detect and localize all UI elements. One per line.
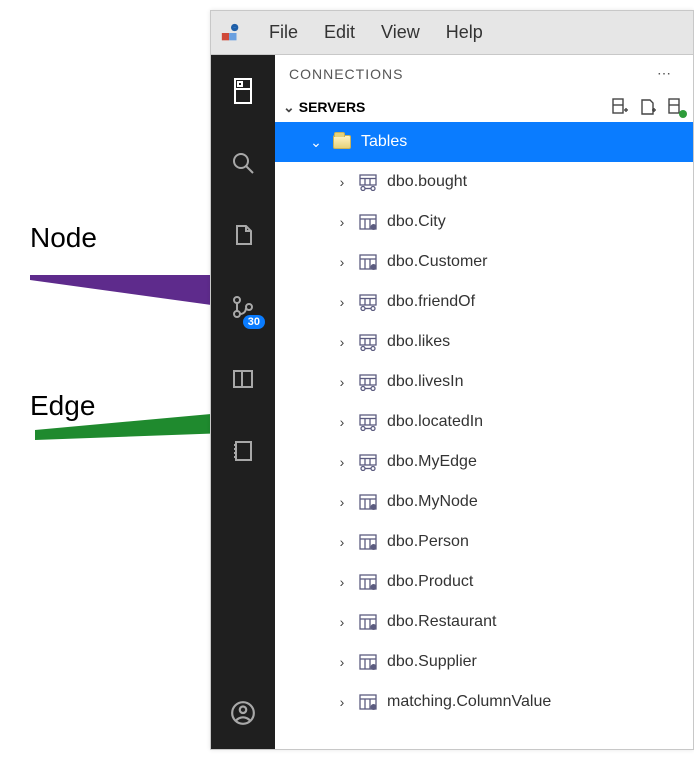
annotation-edge-label: Edge — [30, 390, 95, 422]
tree-tables-folder[interactable]: ⌄ Tables — [275, 122, 693, 162]
menu-help[interactable]: Help — [442, 20, 487, 45]
tree-item[interactable]: › dbo.Restaurant — [275, 602, 693, 642]
chevron-right-icon: › — [335, 654, 349, 670]
edge-table-icon — [359, 373, 377, 391]
activity-account-icon[interactable] — [227, 697, 259, 729]
chevron-right-icon: › — [335, 574, 349, 590]
tree-item[interactable]: › dbo.MyEdge — [275, 442, 693, 482]
tree-item-label: dbo.Customer — [387, 253, 488, 271]
tree-item[interactable]: › dbo.City — [275, 202, 693, 242]
tree-item[interactable]: › dbo.Product — [275, 562, 693, 602]
node-table-icon — [359, 493, 377, 511]
tree-item-label: dbo.locatedIn — [387, 413, 483, 431]
menu-view[interactable]: View — [377, 20, 424, 45]
new-connection-icon[interactable] — [611, 98, 629, 116]
node-table-icon — [359, 693, 377, 711]
edge-table-icon — [359, 293, 377, 311]
panel-title: CONNECTIONS — [289, 66, 403, 82]
activity-source-control-icon[interactable]: 30 — [227, 291, 259, 323]
chevron-right-icon: › — [335, 494, 349, 510]
edge-table-icon — [359, 333, 377, 351]
chevron-right-icon: › — [335, 694, 349, 710]
tree-item[interactable]: › dbo.livesIn — [275, 362, 693, 402]
tree-item-label: dbo.City — [387, 213, 446, 231]
chevron-right-icon: › — [335, 534, 349, 550]
edge-table-icon — [359, 453, 377, 471]
node-table-icon — [359, 253, 377, 271]
chevron-right-icon: › — [335, 174, 349, 190]
tree-item-label: dbo.livesIn — [387, 373, 464, 391]
tree-item-label: dbo.MyEdge — [387, 453, 477, 471]
activity-panel-icon[interactable] — [227, 363, 259, 395]
servers-chevron-icon[interactable]: ⌄ — [283, 99, 295, 116]
tree-item-label: dbo.Person — [387, 533, 469, 551]
source-control-badge: 30 — [243, 315, 265, 329]
tree-item-label: dbo.friendOf — [387, 293, 475, 311]
menu-edit[interactable]: Edit — [320, 20, 359, 45]
object-explorer-tree: ⌄ Tables › dbo.bought › dbo.City › dbo.Custom… — [275, 122, 693, 749]
chevron-right-icon: › — [335, 334, 349, 350]
activity-connections-icon[interactable] — [227, 75, 259, 107]
tree-item[interactable]: › dbo.likes — [275, 322, 693, 362]
menubar: File Edit View Help — [211, 11, 693, 55]
tree-item-label: dbo.Supplier — [387, 653, 477, 671]
chevron-right-icon: › — [335, 214, 349, 230]
node-table-icon — [359, 533, 377, 551]
activity-notebook-icon[interactable] — [227, 435, 259, 467]
tree-item[interactable]: › dbo.friendOf — [275, 282, 693, 322]
chevron-right-icon: › — [335, 414, 349, 430]
tree-label: Tables — [361, 133, 407, 151]
tree-item[interactable]: › dbo.locatedIn — [275, 402, 693, 442]
tree-item-label: dbo.Product — [387, 573, 473, 591]
chevron-down-icon: ⌄ — [309, 134, 323, 151]
chevron-right-icon: › — [335, 454, 349, 470]
tree-item-label: dbo.bought — [387, 173, 467, 191]
edge-table-icon — [359, 413, 377, 431]
tree-item[interactable]: › dbo.Person — [275, 522, 693, 562]
node-table-icon — [359, 213, 377, 231]
tree-item-label: dbo.Restaurant — [387, 613, 496, 631]
panel-more-icon[interactable]: ⋯ — [651, 65, 679, 82]
app-window: File Edit View Help — [210, 10, 694, 750]
menu-file[interactable]: File — [265, 20, 302, 45]
tree-item-label: dbo.MyNode — [387, 493, 478, 511]
chevron-right-icon: › — [335, 374, 349, 390]
tree-item[interactable]: › dbo.Customer — [275, 242, 693, 282]
chevron-right-icon: › — [335, 614, 349, 630]
activity-files-icon[interactable] — [227, 219, 259, 251]
activity-search-icon[interactable] — [227, 147, 259, 179]
servers-section-title: SERVERS — [299, 99, 366, 115]
edge-table-icon — [359, 173, 377, 191]
activity-bar: 30 — [211, 55, 275, 749]
tree-item[interactable]: › dbo.MyNode — [275, 482, 693, 522]
tree-item[interactable]: › dbo.Supplier — [275, 642, 693, 682]
connections-panel: CONNECTIONS ⋯ ⌄ SERVERS — [275, 55, 693, 749]
new-query-icon[interactable] — [639, 98, 657, 116]
chevron-right-icon: › — [335, 254, 349, 270]
tree-item-label: dbo.likes — [387, 333, 450, 351]
server-status-icon[interactable] — [667, 98, 685, 116]
node-table-icon — [359, 613, 377, 631]
node-table-icon — [359, 573, 377, 591]
folder-icon — [333, 135, 351, 149]
tree-item[interactable]: › dbo.bought — [275, 162, 693, 202]
chevron-right-icon: › — [335, 294, 349, 310]
node-table-icon — [359, 653, 377, 671]
annotation-node-label: Node — [30, 222, 97, 254]
tree-item[interactable]: › matching.ColumnValue — [275, 682, 693, 722]
app-logo-icon — [219, 21, 243, 45]
tree-item-label: matching.ColumnValue — [387, 693, 551, 711]
